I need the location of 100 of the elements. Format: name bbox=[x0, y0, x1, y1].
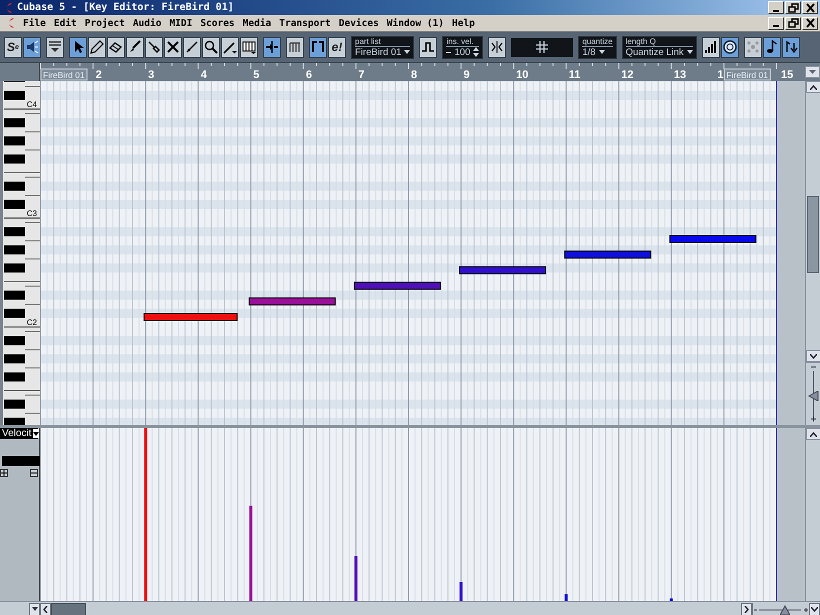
bar-number: 15 bbox=[780, 69, 794, 81]
close-button[interactable] bbox=[802, 16, 818, 30]
caret-icon bbox=[598, 50, 605, 54]
velocity-bar[interactable] bbox=[564, 594, 568, 601]
tool-button[interactable] bbox=[309, 36, 327, 58]
restore-icon bbox=[786, 2, 800, 14]
remove-lane-button[interactable] bbox=[30, 469, 38, 477]
window-title: Cubase 5 - [Key Editor: FireBird 01] bbox=[17, 2, 235, 13]
tool-button[interactable] bbox=[145, 36, 163, 58]
field-value: Quantize Link bbox=[626, 46, 684, 58]
midi-note[interactable] bbox=[354, 282, 441, 290]
toolbar-field[interactable]: part list FireBird 01 bbox=[351, 36, 414, 58]
tool-button[interactable] bbox=[107, 36, 125, 58]
tool-button[interactable] bbox=[488, 36, 506, 58]
tool-button[interactable] bbox=[126, 36, 144, 58]
tool-button[interactable] bbox=[23, 36, 41, 58]
midi-note[interactable] bbox=[459, 266, 546, 274]
scroll-right-button[interactable] bbox=[741, 602, 752, 615]
chevron-up-icon bbox=[810, 432, 817, 436]
lane-menu-button[interactable] bbox=[33, 429, 40, 438]
tool-button[interactable] bbox=[720, 36, 739, 58]
field-label: quantize bbox=[582, 36, 613, 46]
scroll-thumb[interactable] bbox=[51, 602, 86, 615]
menu-item[interactable]: MIDI bbox=[165, 18, 196, 28]
minimize-button[interactable] bbox=[768, 16, 784, 30]
tool-button[interactable] bbox=[286, 36, 304, 58]
note-arrow-icon bbox=[784, 40, 798, 54]
velocity-bar[interactable] bbox=[460, 582, 463, 601]
ruler-menu-button[interactable] bbox=[805, 66, 820, 78]
tool-button[interactable] bbox=[782, 36, 800, 58]
velocity-bar[interactable] bbox=[670, 598, 673, 601]
bar-number: 2 bbox=[96, 69, 102, 81]
close-button[interactable] bbox=[802, 1, 818, 14]
bar-number: 11 bbox=[568, 69, 580, 81]
tool-button[interactable] bbox=[202, 36, 220, 58]
octave-label: C2 bbox=[26, 318, 37, 327]
scroll-down-button[interactable] bbox=[809, 602, 820, 615]
part-label: FireBird 01 bbox=[724, 68, 771, 80]
close-icon bbox=[804, 17, 816, 29]
tool-button[interactable] bbox=[46, 36, 64, 58]
scroll-up-button[interactable] bbox=[806, 81, 820, 93]
menu-item[interactable]: File bbox=[19, 18, 50, 28]
bar-number: 10 bbox=[516, 69, 528, 81]
menu-item[interactable]: Audio bbox=[128, 18, 166, 28]
caret-icon bbox=[809, 70, 816, 74]
tool-button[interactable] bbox=[221, 36, 239, 58]
caret-icon bbox=[686, 50, 693, 54]
bar-number: 12 bbox=[621, 69, 634, 81]
toolbar-field[interactable]: quantize 1/8 bbox=[578, 36, 617, 58]
octave-label: C3 bbox=[26, 209, 37, 218]
tool-button[interactable] bbox=[744, 36, 762, 58]
view-menu-button[interactable] bbox=[29, 602, 40, 615]
tool-button[interactable] bbox=[164, 36, 182, 58]
toolbar-field[interactable]: ins. vel. 100 bbox=[442, 36, 484, 58]
menu-item[interactable]: Project bbox=[80, 18, 129, 28]
tool-button[interactable] bbox=[702, 36, 720, 58]
toolbar-field[interactable]: length Q Quantize Link bbox=[622, 36, 697, 58]
tool-button[interactable] bbox=[183, 36, 201, 58]
menu-item[interactable]: Edit bbox=[50, 18, 81, 28]
scroll-up-button[interactable] bbox=[806, 428, 820, 440]
line-icon bbox=[185, 40, 199, 54]
menu-item[interactable]: Help bbox=[448, 18, 479, 28]
chevron-down-icon bbox=[811, 606, 818, 612]
restore-button[interactable] bbox=[785, 16, 801, 30]
menu-item[interactable]: Window (1) bbox=[382, 18, 448, 28]
piano-keyboard-drawing[interactable] bbox=[0, 81, 40, 425]
bar-number: 5 bbox=[253, 69, 260, 81]
toolbar-button[interactable]: S$^{e}$ bbox=[4, 36, 22, 58]
midi-note[interactable] bbox=[564, 250, 652, 259]
tool-button[interactable] bbox=[69, 36, 87, 58]
minimize-button[interactable] bbox=[768, 1, 784, 14]
chevron-right-icon bbox=[744, 606, 749, 612]
restore-button[interactable] bbox=[785, 1, 801, 14]
part-label: FireBird 01 bbox=[40, 68, 88, 80]
horizontal-zoom-slider[interactable] bbox=[752, 602, 809, 615]
scroll-thumb[interactable] bbox=[807, 196, 819, 273]
hash-icon bbox=[536, 41, 548, 53]
scroll-left-button[interactable] bbox=[40, 602, 51, 615]
chevron-left-icon bbox=[43, 606, 48, 612]
bracket-icon bbox=[311, 40, 325, 54]
toolbar-button[interactable]: e! bbox=[328, 36, 346, 58]
menu-item[interactable]: Devices bbox=[334, 18, 383, 28]
velocity-bar[interactable] bbox=[354, 556, 358, 601]
tool-button[interactable] bbox=[419, 36, 438, 58]
tool-button[interactable] bbox=[762, 36, 781, 58]
tool-button[interactable] bbox=[263, 36, 281, 58]
menu-item[interactable]: Scores bbox=[196, 18, 239, 28]
nudge-arrows-icon bbox=[265, 40, 279, 54]
midi-note[interactable] bbox=[248, 297, 336, 306]
menu-item[interactable]: Media bbox=[238, 18, 276, 28]
bar-number: 1 bbox=[717, 69, 724, 81]
bars-meter-icon bbox=[704, 40, 718, 54]
dots-icon bbox=[746, 40, 760, 54]
add-lane-button[interactable] bbox=[0, 469, 8, 477]
note-icon bbox=[764, 40, 779, 54]
tool-button[interactable] bbox=[240, 36, 258, 58]
menu-item[interactable]: Transport bbox=[275, 18, 335, 28]
tool-button[interactable] bbox=[88, 36, 106, 58]
scroll-down-button[interactable] bbox=[806, 350, 820, 362]
close-icon bbox=[804, 2, 816, 14]
